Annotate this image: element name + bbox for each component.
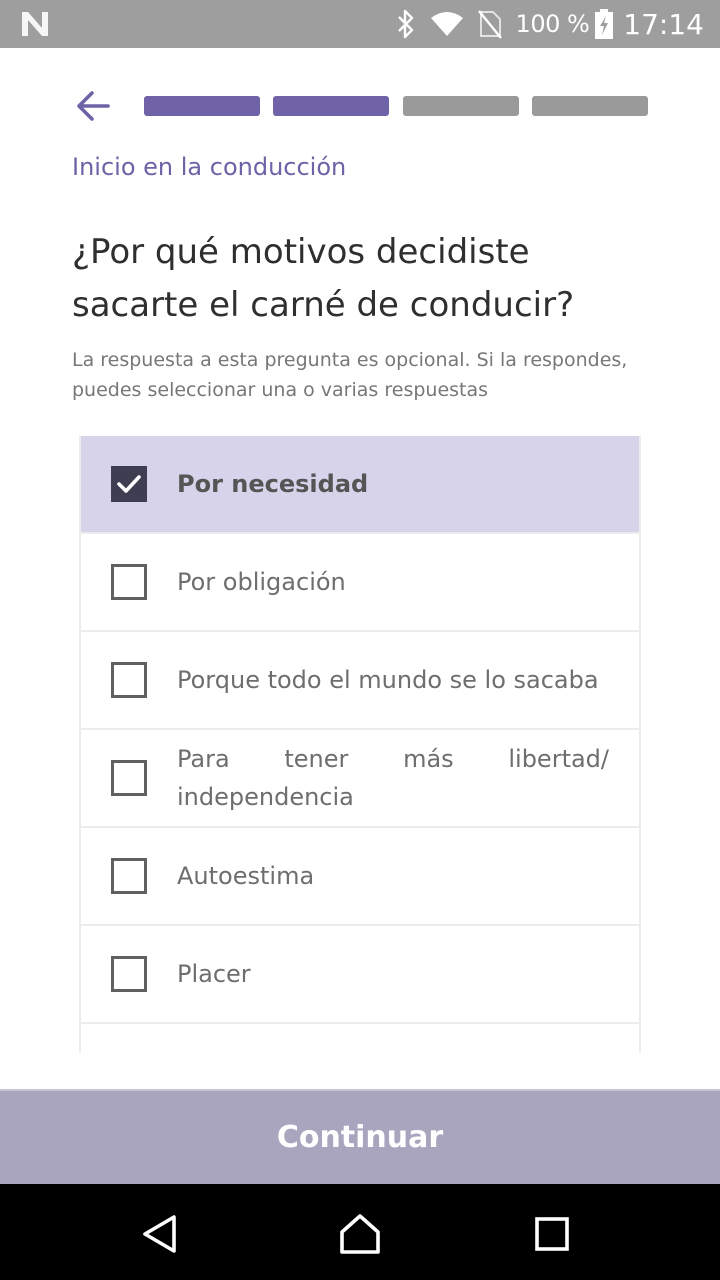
- option-label: Por necesidad: [177, 470, 369, 498]
- option-item[interactable]: Autoestima: [81, 828, 639, 926]
- checkmark-icon: [117, 475, 141, 493]
- checkbox[interactable]: [111, 466, 147, 502]
- option-label: Placer: [177, 960, 251, 988]
- option-item[interactable]: Para tener más libertad/ independencia: [81, 730, 639, 828]
- option-label: Autoestima: [177, 862, 315, 890]
- checkbox[interactable]: [111, 858, 147, 894]
- arrow-left-icon: [77, 91, 110, 121]
- nav-home-icon[interactable]: [338, 1212, 382, 1256]
- continue-label: Continuar: [276, 1120, 444, 1155]
- option-label: Para tener más libertad/ independencia: [177, 745, 609, 811]
- progress-step: [273, 96, 389, 116]
- progress-step: [144, 96, 260, 116]
- option-label: Por obligación: [177, 568, 346, 596]
- wifi-icon: [430, 12, 463, 36]
- question-hint: La respuesta a esta pregunta es opcional…: [72, 349, 628, 401]
- options-list: Por necesidad Por obligación Porque todo…: [79, 436, 641, 1053]
- progress-step: [532, 96, 648, 116]
- battery-charging-icon: [595, 9, 614, 39]
- battery-percent: 100 %: [515, 10, 590, 38]
- checkbox[interactable]: [111, 760, 147, 796]
- nav-back-icon[interactable]: [138, 1212, 182, 1256]
- option-item[interactable]: Placer: [81, 926, 639, 1024]
- option-item-partial[interactable]: [81, 1024, 639, 1053]
- checkbox[interactable]: [111, 564, 147, 600]
- option-label: Porque todo el mundo se lo sacaba: [177, 666, 599, 694]
- app-notification-icon: [22, 12, 48, 36]
- bluetooth-icon: [397, 9, 413, 39]
- nav-recents-icon[interactable]: [530, 1212, 574, 1256]
- progress-indicator: [144, 96, 648, 116]
- no-sim-icon: [477, 10, 502, 39]
- navigation-bar: [0, 1184, 720, 1280]
- checkbox[interactable]: [111, 956, 147, 992]
- progress-step: [403, 96, 519, 116]
- clock: 17:14: [623, 7, 704, 41]
- checkbox[interactable]: [111, 662, 147, 698]
- continue-button[interactable]: Continuar: [0, 1089, 720, 1184]
- question-title: ¿Por qué motivos decidiste sacarte el ca…: [72, 232, 575, 325]
- option-item[interactable]: Por necesidad: [81, 436, 639, 534]
- section-title: Inicio en la conducción: [72, 153, 347, 181]
- back-button[interactable]: [74, 86, 114, 126]
- option-item[interactable]: Porque todo el mundo se lo sacaba: [81, 632, 639, 730]
- status-bar: 100 % 17:14: [0, 0, 720, 48]
- option-item[interactable]: Por obligación: [81, 534, 639, 632]
